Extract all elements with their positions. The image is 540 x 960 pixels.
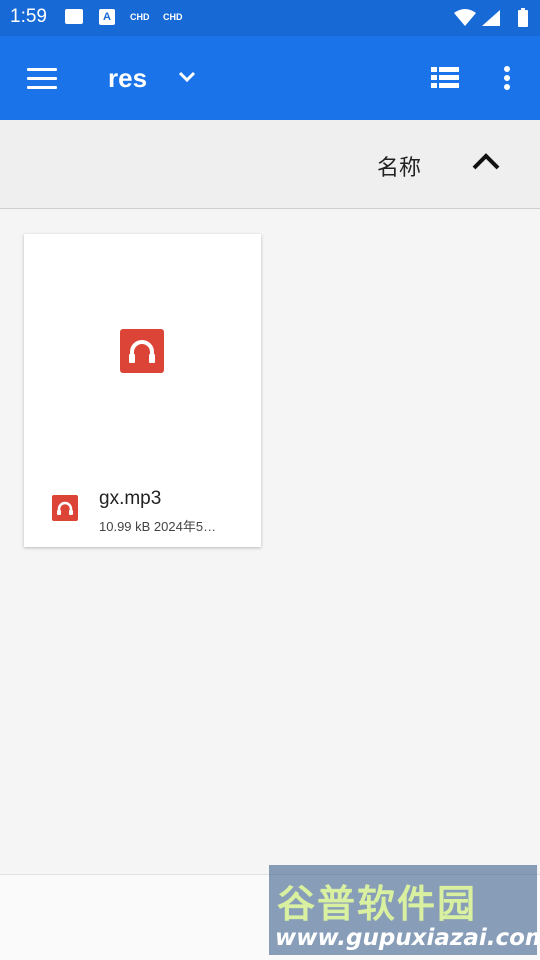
audio-file-icon	[52, 495, 78, 521]
image-icon	[65, 9, 83, 24]
more-options-icon[interactable]	[497, 64, 517, 94]
chd-icon: CHD	[130, 12, 150, 22]
sort-bar: 名称	[0, 120, 540, 209]
watermark-title: 谷普软件园	[277, 882, 478, 926]
wifi-icon	[454, 9, 476, 26]
status-bar: 1:59 A CHD CHD	[0, 0, 540, 36]
sort-by-name-label[interactable]: 名称	[377, 150, 421, 182]
menu-icon[interactable]	[27, 68, 57, 90]
sort-ascending-icon[interactable]	[470, 150, 502, 174]
directory-title[interactable]: res	[108, 63, 147, 94]
watermark: 谷普软件园 www.gupuxiazai.com	[269, 865, 540, 955]
file-name: gx.mp3	[99, 488, 162, 509]
battery-icon	[518, 10, 528, 27]
a-icon: A	[99, 9, 115, 25]
status-right-icons	[454, 8, 528, 27]
app-bar: res	[0, 36, 540, 120]
file-card[interactable]: gx.mp3 10.99 kB 2024年5…	[24, 234, 261, 547]
status-time: 1:59	[10, 6, 47, 27]
file-meta: 10.99 kB 2024年5…	[99, 519, 217, 534]
signal-icon	[482, 10, 500, 26]
watermark-url: www.gupuxiazai.com	[275, 925, 540, 951]
chd-icon: CHD	[163, 12, 183, 22]
audio-file-icon	[120, 329, 164, 373]
chevron-down-icon[interactable]	[176, 66, 198, 88]
list-view-icon[interactable]	[431, 67, 459, 89]
